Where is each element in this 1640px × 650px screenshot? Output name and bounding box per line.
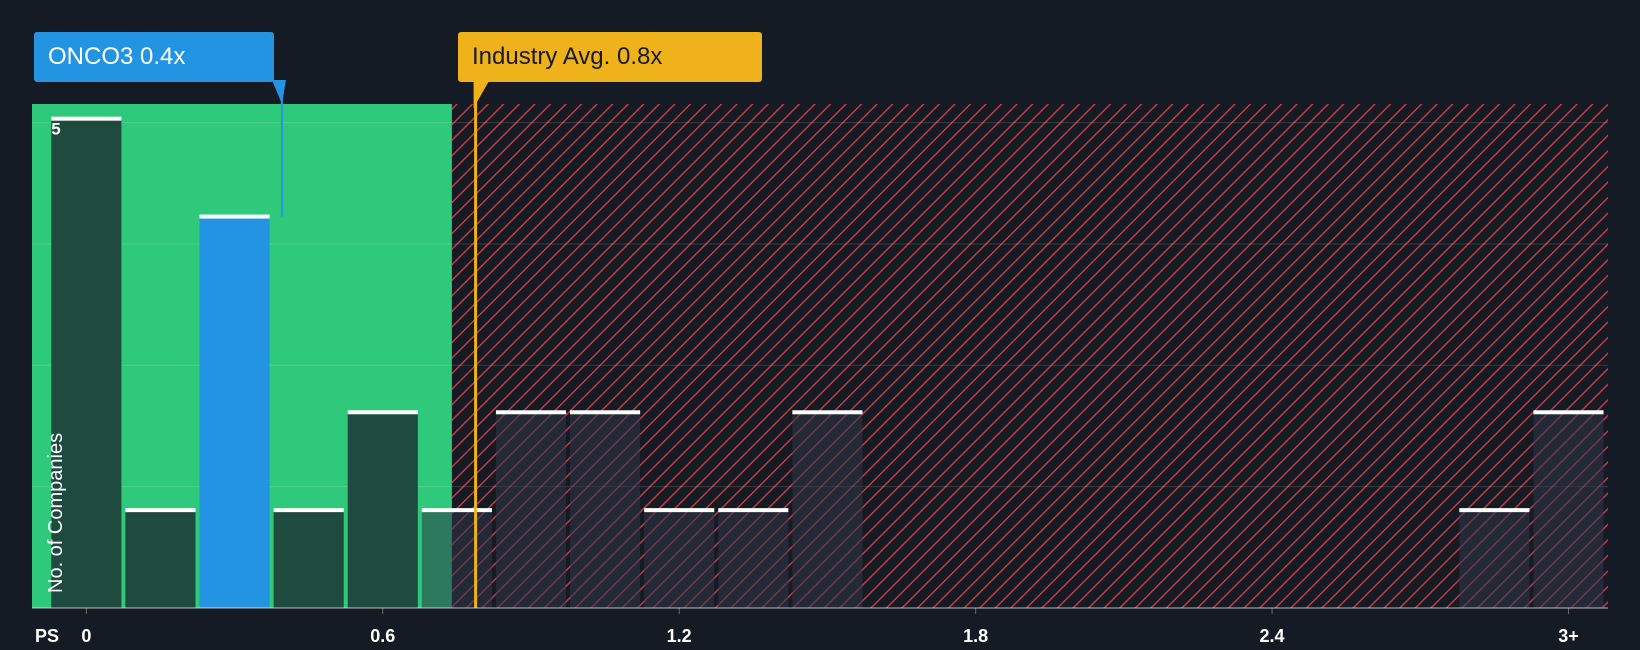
company-ps-callout: ONCO3 0.4x: [34, 32, 274, 82]
industry-average-label: Industry Avg.: [472, 43, 611, 70]
x-tick-label: 0.6: [370, 626, 395, 646]
bar-cap: [125, 508, 196, 513]
histogram-bar: [421, 510, 492, 608]
x-tick-label: 1.2: [667, 626, 692, 646]
y-axis-label: No. of Companies: [45, 433, 67, 593]
bar-cap: [495, 410, 567, 415]
histogram-bar: [792, 412, 863, 608]
x-tick-label: 2.4: [1260, 626, 1285, 646]
industry-average-value: 0.8x: [616, 43, 663, 70]
histogram-bar: [718, 510, 789, 608]
bar-cap: [199, 214, 270, 219]
histogram-bar: [1459, 510, 1530, 608]
histogram-bar: [125, 510, 196, 608]
bar-cap: [570, 410, 641, 415]
bar-cap: [51, 116, 122, 121]
bar-cap: [273, 508, 344, 513]
bar-cap: [1533, 410, 1604, 415]
bar-cap: [792, 410, 863, 415]
x-tick-label: 0: [81, 626, 91, 646]
ps-histogram-chart: 0 0.6 1.2 1.8 2.4 3+ PS 5 No. of Companies: [32, 80, 1609, 646]
x-tick-label: 1.8: [963, 626, 988, 646]
bar-cap: [718, 508, 789, 513]
x-axis-label: PS: [35, 626, 59, 646]
bar-cap: [421, 508, 492, 513]
industry-average-pointer: [473, 80, 490, 108]
histogram-bar: [347, 412, 418, 608]
histogram-bar: [273, 510, 344, 608]
histogram-bar: [1533, 412, 1604, 608]
y-tick-label: 5: [51, 120, 60, 139]
company-marker-pointer: [271, 80, 286, 104]
bar-cap: [644, 508, 715, 513]
company-ticker: ONCO3: [48, 43, 134, 70]
x-tick-label: 3+: [1558, 626, 1579, 646]
industry-average-callout: Industry Avg. 0.8x: [458, 32, 762, 82]
company-ps-value: 0.4x: [140, 43, 186, 70]
histogram-bar: [644, 510, 715, 608]
company-bar: [199, 216, 270, 608]
bar-cap: [1459, 508, 1530, 513]
bar-cap: [347, 410, 418, 415]
histogram-bar: [570, 412, 641, 608]
histogram-bar: [495, 412, 567, 608]
